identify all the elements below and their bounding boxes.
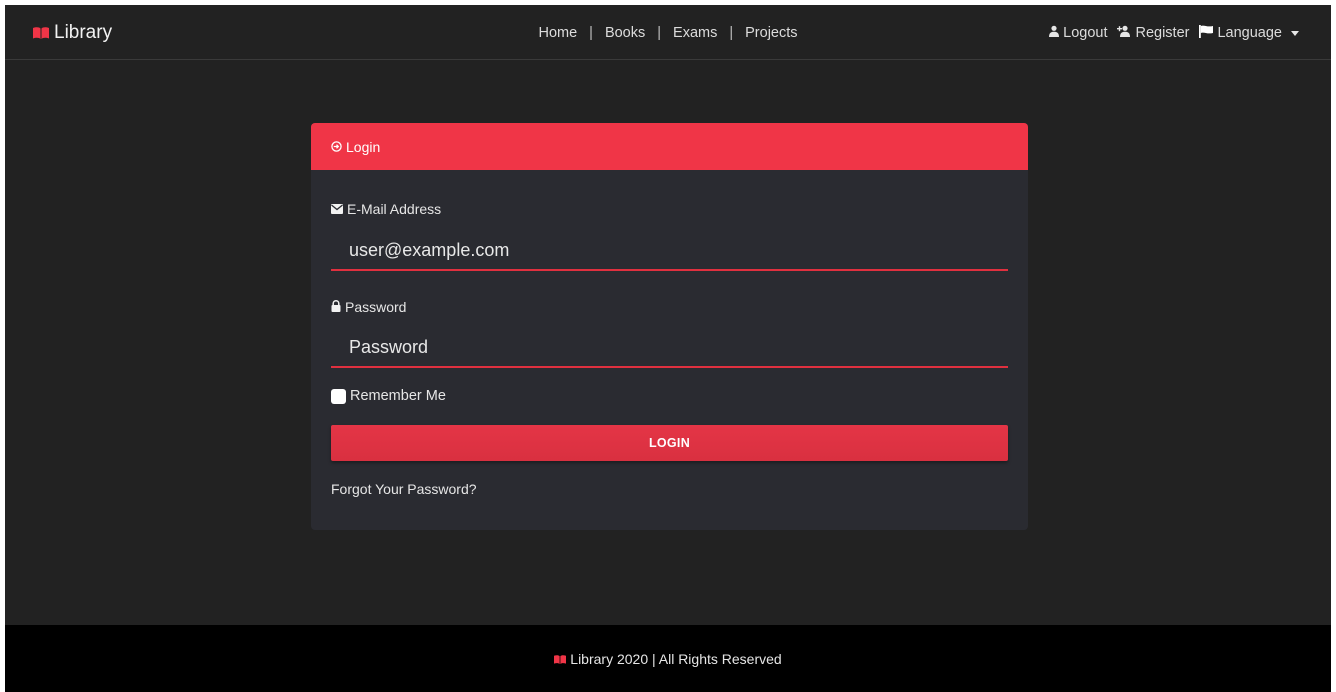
book-open-icon: [554, 651, 567, 667]
password-label-text: Password: [345, 299, 407, 315]
nav-separator: |: [589, 25, 593, 41]
email-field[interactable]: user@example.com: [331, 231, 1008, 271]
login-button[interactable]: LOGIN: [331, 425, 1008, 461]
envelope-icon: [331, 201, 343, 217]
footer-text: Library 2020 | All Rights Reserved: [570, 650, 782, 667]
remember-me: Remember Me: [331, 388, 446, 404]
lock-icon: [331, 299, 341, 315]
logout-label: Logout: [1063, 25, 1108, 41]
email-label-text: E-Mail Address: [347, 201, 442, 217]
nav-link-books[interactable]: Books: [605, 25, 645, 41]
login-card-header: Login: [311, 123, 1028, 170]
password-label: Password: [331, 299, 406, 315]
remember-me-checkbox[interactable]: [331, 388, 346, 404]
app-window: Library Home | Books | Exams | Projects …: [5, 5, 1331, 692]
user-nav: Logout Register Language: [1048, 22, 1299, 44]
nav-link-home[interactable]: Home: [538, 25, 577, 41]
email-label: E-Mail Address: [331, 201, 441, 217]
footer: Library 2020 | All Rights Reserved: [5, 625, 1331, 692]
sign-in-icon: [331, 139, 342, 155]
language-dropdown[interactable]: Language: [1199, 24, 1299, 42]
register-link[interactable]: Register: [1117, 25, 1189, 41]
logout-link[interactable]: Logout: [1048, 25, 1107, 41]
nav-link-projects[interactable]: Projects: [745, 25, 797, 41]
remember-me-label: Remember Me: [350, 388, 446, 404]
nav-separator: |: [657, 25, 662, 41]
login-card: Login E-Mail Address user@example.com Pa…: [311, 123, 1028, 530]
email-value: user@example.com: [349, 239, 510, 260]
password-field[interactable]: Password: [331, 328, 1008, 368]
language-label: Language: [1217, 25, 1282, 41]
password-placeholder: Password: [349, 336, 429, 357]
navbar: Library Home | Books | Exams | Projects …: [5, 5, 1331, 60]
user-plus-icon: [1117, 25, 1132, 41]
login-card-title: Login: [346, 138, 381, 155]
forgot-password-link[interactable]: Forgot Your Password?: [331, 481, 477, 497]
register-label: Register: [1135, 25, 1190, 41]
nav-link-exams[interactable]: Exams: [673, 25, 717, 41]
user-icon: [1048, 25, 1060, 41]
caret-down-icon: [1291, 30, 1299, 36]
flag-icon: [1199, 24, 1214, 42]
nav-separator: |: [729, 25, 734, 41]
